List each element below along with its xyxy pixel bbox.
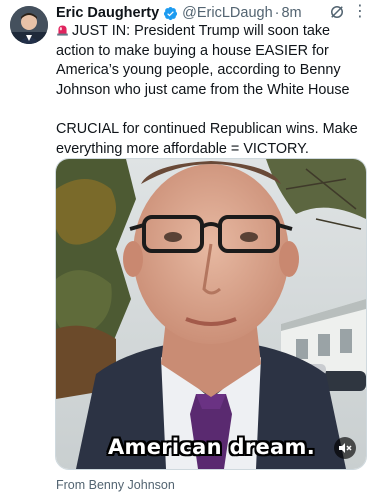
verified-badge-icon: [164, 6, 178, 20]
tweet-text-line1: JUST IN: President Trump will soon take …: [56, 23, 350, 98]
author-handle[interactable]: @EricLDaugh: [182, 5, 272, 21]
tweet-text-line2: CRUCIAL for continued Republican wins. M…: [56, 120, 358, 157]
separator-dot: ·: [274, 5, 280, 21]
media-source[interactable]: From Benny Johnson: [56, 478, 175, 492]
tweet-text: JUST IN: President Trump will soon take …: [56, 22, 368, 159]
tweet[interactable]: Eric Daugherty @EricLDaugh · 8m ⋮ JUST I…: [0, 0, 376, 500]
video-caption: American dream.: [108, 435, 315, 459]
more-icon[interactable]: ⋮: [352, 4, 368, 20]
timestamp[interactable]: 8m: [281, 5, 301, 21]
speaker-muted-icon[interactable]: [334, 437, 356, 459]
video-player[interactable]: American dream.: [55, 158, 367, 470]
siren-icon: [57, 25, 68, 36]
video-frame: [56, 159, 366, 469]
avatar[interactable]: [10, 6, 48, 44]
tweet-header: Eric Daugherty @EricLDaugh · 8m: [56, 4, 368, 22]
grok-icon[interactable]: [328, 3, 346, 21]
author-name[interactable]: Eric Daugherty: [56, 5, 159, 21]
